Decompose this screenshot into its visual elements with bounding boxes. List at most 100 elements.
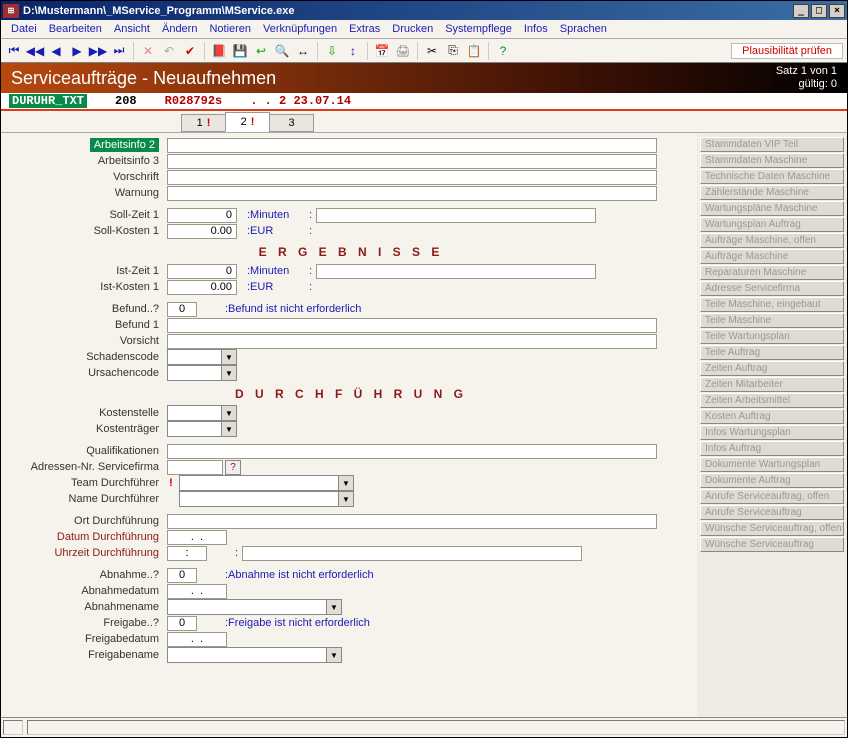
check-icon[interactable]: ✔ <box>181 42 199 60</box>
schadenscode-select[interactable]: ▼ <box>167 349 237 365</box>
arbeitsinfo2-input[interactable] <box>167 138 657 153</box>
abnahmeq-input[interactable] <box>167 568 197 583</box>
plausi-button[interactable]: Plausibilität prüfen <box>731 43 843 59</box>
qualifikationen-input[interactable] <box>167 444 657 459</box>
tab-2[interactable]: 2! <box>225 112 270 132</box>
team-select[interactable]: ▼ <box>179 475 354 491</box>
sidebar-item-13[interactable]: Teile Auftrag <box>700 345 844 360</box>
abnahmedatum-input[interactable] <box>167 584 227 599</box>
freigabename-select[interactable]: ▼ <box>167 647 342 663</box>
menu-drucken[interactable]: Drucken <box>386 21 439 37</box>
warnung-input[interactable] <box>167 186 657 201</box>
nav-fwd-icon[interactable]: ▶ <box>68 42 86 60</box>
sidebar-item-9[interactable]: Adresse Servicefirma <box>700 281 844 296</box>
chevron-down-icon[interactable]: ▼ <box>221 406 236 420</box>
sidebar-item-22[interactable]: Anrufe Serviceauftrag, offen <box>700 489 844 504</box>
cut-icon[interactable]: ✂ <box>423 42 441 60</box>
sidebar-item-2[interactable]: Technische Daten Maschine <box>700 169 844 184</box>
abnahmename-select[interactable]: ▼ <box>167 599 342 615</box>
chevron-down-icon[interactable]: ▼ <box>338 492 353 506</box>
sidebar-item-18[interactable]: Infos Wartungsplan <box>700 425 844 440</box>
delete-icon[interactable]: ✕ <box>139 42 157 60</box>
book-icon[interactable]: 📕 <box>210 42 228 60</box>
close-button[interactable]: × <box>829 4 845 18</box>
sidebar-item-12[interactable]: Teile Wartungsplan <box>700 329 844 344</box>
chevron-down-icon[interactable]: ▼ <box>221 366 236 380</box>
uhrzeit-input[interactable] <box>167 546 207 561</box>
nav-last-icon[interactable]: ⏭ <box>110 42 128 60</box>
istzeit1-ext[interactable] <box>316 264 596 279</box>
sidebar-item-5[interactable]: Wartungsplan Auftrag <box>700 217 844 232</box>
sidebar-item-3[interactable]: Zählerstände Maschine <box>700 185 844 200</box>
menu-verknuepfungen[interactable]: Verknüpfungen <box>257 21 343 37</box>
sidebar-item-21[interactable]: Dokumente Auftrag <box>700 473 844 488</box>
tab-3[interactable]: 3 <box>269 114 314 132</box>
sidebar-item-0[interactable]: Stammdaten VIP Teil <box>700 137 844 152</box>
ort-input[interactable] <box>167 514 657 529</box>
chevron-down-icon[interactable]: ▼ <box>326 600 341 614</box>
befundq-input[interactable] <box>167 302 197 317</box>
sidebar-item-8[interactable]: Reparaturen Maschine <box>700 265 844 280</box>
copy-icon[interactable]: ⎘ <box>444 42 462 60</box>
menu-ansicht[interactable]: Ansicht <box>108 21 156 37</box>
menu-aendern[interactable]: Ändern <box>156 21 203 37</box>
sollkosten1-input[interactable] <box>167 224 237 239</box>
sidebar-item-6[interactable]: Aufträge Maschine, offen <box>700 233 844 248</box>
minimize-button[interactable]: _ <box>793 4 809 18</box>
sidebar-item-20[interactable]: Dokumente Wartungsplan <box>700 457 844 472</box>
istkosten1-input[interactable] <box>167 280 237 295</box>
freigabeq-input[interactable] <box>167 616 197 631</box>
sidebar-item-7[interactable]: Aufträge Maschine <box>700 249 844 264</box>
sidebar-item-1[interactable]: Stammdaten Maschine <box>700 153 844 168</box>
sidebar-item-23[interactable]: Anrufe Serviceauftrag <box>700 505 844 520</box>
sidebar-item-4[interactable]: Wartungspläne Maschine <box>700 201 844 216</box>
help-icon[interactable]: ? <box>494 42 512 60</box>
freigabedatum-input[interactable] <box>167 632 227 647</box>
istzeit1-input[interactable] <box>167 264 237 279</box>
sidebar-item-25[interactable]: Wünsche Serviceauftrag <box>700 537 844 552</box>
menu-systempflege[interactable]: Systempflege <box>439 21 518 37</box>
name-select[interactable]: ▼ <box>179 491 354 507</box>
nav-icon[interactable]: ↕ <box>344 42 362 60</box>
sidebar-item-16[interactable]: Zeiten Arbeitsmittel <box>700 393 844 408</box>
tab-1[interactable]: 1! <box>181 114 226 132</box>
befund1-input[interactable] <box>167 318 657 333</box>
uhrzeit-ext[interactable] <box>242 546 582 561</box>
adressenr-input[interactable] <box>167 460 223 475</box>
menu-infos[interactable]: Infos <box>518 21 554 37</box>
kostentraeger-select[interactable]: ▼ <box>167 421 237 437</box>
nav-prev-icon[interactable]: ◀◀ <box>26 42 44 60</box>
chevron-down-icon[interactable]: ▼ <box>221 422 236 436</box>
paste-icon[interactable]: 📋 <box>465 42 483 60</box>
chevron-down-icon[interactable]: ▼ <box>326 648 341 662</box>
sollzeit1-input[interactable] <box>167 208 237 223</box>
kostenstelle-select[interactable]: ▼ <box>167 405 237 421</box>
vorschrift-input[interactable] <box>167 170 657 185</box>
sidebar-item-14[interactable]: Zeiten Auftrag <box>700 361 844 376</box>
nav-back-icon[interactable]: ◀ <box>47 42 65 60</box>
chevron-down-icon[interactable]: ▼ <box>338 476 353 490</box>
adressenr-lookup-button[interactable]: ? <box>225 460 241 475</box>
menu-bearbeiten[interactable]: Bearbeiten <box>43 21 108 37</box>
ursachencode-select[interactable]: ▼ <box>167 365 237 381</box>
datum-input[interactable] <box>167 530 227 545</box>
search-icon[interactable]: 🔍 <box>273 42 291 60</box>
sidebar-item-19[interactable]: Infos Auftrag <box>700 441 844 456</box>
down-icon[interactable]: ⇩ <box>323 42 341 60</box>
chevron-down-icon[interactable]: ▼ <box>221 350 236 364</box>
sidebar-item-11[interactable]: Teile Maschine <box>700 313 844 328</box>
print-icon[interactable]: 🖨 <box>394 42 412 60</box>
menu-datei[interactable]: Datei <box>5 21 43 37</box>
sidebar-item-17[interactable]: Kosten Auftrag <box>700 409 844 424</box>
disk-icon[interactable]: 💾 <box>231 42 249 60</box>
calendar-icon[interactable]: 📅 <box>373 42 391 60</box>
vorsicht-input[interactable] <box>167 334 657 349</box>
menu-sprachen[interactable]: Sprachen <box>554 21 613 37</box>
link-icon[interactable]: ↔ <box>294 42 312 60</box>
menu-extras[interactable]: Extras <box>343 21 386 37</box>
undo-icon[interactable]: ↶ <box>160 42 178 60</box>
nav-first-icon[interactable]: ⏮ <box>5 42 23 60</box>
sidebar-item-24[interactable]: Wünsche Serviceauftrag, offen <box>700 521 844 536</box>
sollzeit1-ext[interactable] <box>316 208 596 223</box>
sidebar-item-15[interactable]: Zeiten Mitarbeiter <box>700 377 844 392</box>
